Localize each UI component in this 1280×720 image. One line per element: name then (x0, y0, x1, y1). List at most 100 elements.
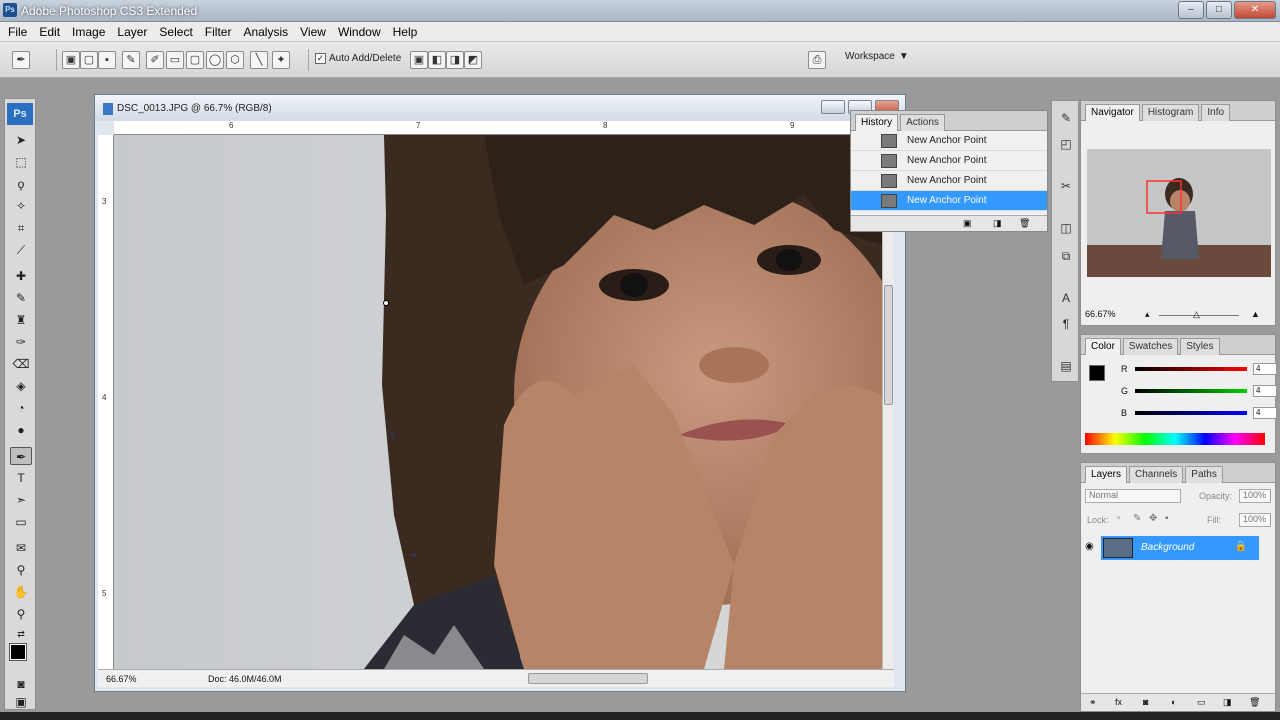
healing-brush-tool-icon[interactable]: ✚ (10, 267, 32, 285)
snapshot-icon[interactable]: ▣ (963, 218, 972, 229)
minimize-button[interactable]: – (1178, 1, 1204, 19)
trash-icon[interactable]: 🗑 (1019, 218, 1030, 229)
tab-history[interactable]: History (855, 114, 899, 131)
blur-tool-icon[interactable]: ◔ (10, 399, 32, 417)
delete-layer-icon[interactable]: 🗑 (1249, 697, 1260, 708)
move-tool-icon[interactable]: ➤ (10, 131, 32, 149)
zoom-level[interactable]: 66.67% (106, 674, 137, 684)
pen-icon[interactable]: ✎ (122, 51, 140, 69)
tab-paths[interactable]: Paths (1185, 466, 1223, 483)
pen-tool-preset-icon[interactable]: ✒ (12, 51, 30, 69)
clone-stamp-tool-icon[interactable]: ♜ (10, 311, 32, 329)
character-icon[interactable]: A (1056, 289, 1076, 307)
screen-mode-icon[interactable]: ▣ (10, 693, 32, 711)
new-document-icon[interactable]: ◨ (993, 218, 1002, 229)
brushes-icon[interactable]: ✎ (1056, 109, 1076, 127)
document-title-bar[interactable]: DSC_0013.JPG @ 66.7% (RGB/8) (95, 95, 905, 121)
history-icon[interactable]: ⧉ (1056, 247, 1076, 265)
tab-layers[interactable]: Layers (1085, 466, 1128, 483)
zoom-out-icon[interactable]: ▴ (1145, 309, 1150, 320)
history-item[interactable]: New Anchor Point (851, 171, 1047, 191)
tab-swatches[interactable]: Swatches (1122, 338, 1179, 355)
paragraph-icon[interactable]: ¶ (1056, 315, 1076, 333)
menu-filter[interactable]: Filter (199, 22, 238, 41)
blend-mode-select[interactable]: Normal (1085, 489, 1181, 503)
tab-info[interactable]: Info (1201, 104, 1231, 121)
rectangle-shape-icon[interactable]: ▭ (166, 51, 184, 69)
layer-style-icon[interactable]: fx (1115, 697, 1122, 707)
workspace-button[interactable]: Workspace ▼ (845, 51, 909, 62)
notes-tool-icon[interactable]: ✉ (10, 539, 32, 557)
tab-styles[interactable]: Styles (1180, 338, 1220, 355)
measurement-log-icon[interactable]: ▤ (1056, 357, 1076, 375)
lasso-tool-icon[interactable]: ϙ (10, 175, 32, 193)
tool-presets-icon[interactable]: ✂ (1056, 177, 1076, 195)
zoom-in-icon[interactable]: ▲ (1251, 309, 1260, 319)
path-subtract-icon[interactable]: ◧ (428, 51, 446, 69)
history-item[interactable]: New Anchor Point (851, 131, 1047, 151)
line-shape-icon[interactable]: ╲ (250, 51, 268, 69)
eraser-tool-icon[interactable]: ⌫ (10, 355, 32, 373)
brush-tool-icon[interactable]: ✎ (10, 289, 32, 307)
layer-comps-icon[interactable]: ◫ (1056, 219, 1076, 237)
tab-actions[interactable]: Actions (900, 114, 945, 131)
foreground-color-swatch[interactable] (9, 643, 27, 661)
quick-mask-icon[interactable]: ◙ (10, 675, 32, 693)
dodge-tool-icon[interactable]: ● (10, 421, 32, 439)
lock-position-icon[interactable]: ✥ (1149, 513, 1157, 524)
new-layer-icon[interactable]: ◨ (1223, 697, 1232, 708)
zoom-slider-thumb[interactable]: △ (1193, 309, 1200, 320)
paths-mode-icon[interactable]: ▢ (80, 51, 98, 69)
history-item-active[interactable]: New Anchor Point (851, 191, 1047, 211)
document-minimize-button[interactable] (821, 100, 845, 114)
pen-tool-icon[interactable]: ✒ (10, 447, 32, 465)
path-exclude-icon[interactable]: ◩ (464, 51, 482, 69)
custom-shape-icon[interactable]: ✦ (272, 51, 290, 69)
channel-value[interactable]: 4 (1253, 407, 1277, 419)
menu-help[interactable]: Help (387, 22, 424, 41)
menu-select[interactable]: Select (153, 22, 198, 41)
lock-image-icon[interactable]: ✎ (1133, 513, 1141, 524)
magic-wand-tool-icon[interactable]: ✧ (10, 197, 32, 215)
channel-value[interactable]: 4 (1253, 363, 1277, 375)
auto-add-delete-option[interactable]: ✓ Auto Add/Delete (315, 53, 401, 64)
hand-tool-icon[interactable]: ✋ (10, 583, 32, 601)
polygon-shape-icon[interactable]: ⬡ (226, 51, 244, 69)
menu-edit[interactable]: Edit (33, 22, 66, 41)
channel-slider[interactable] (1135, 367, 1247, 371)
horizontal-scroll-thumb[interactable] (528, 673, 648, 684)
layer-row-background[interactable]: Background 🔒 (1101, 536, 1259, 560)
history-brush-tool-icon[interactable]: ✑ (10, 333, 32, 351)
tool-preset-picker-icon[interactable]: ⎙ (808, 51, 826, 69)
menu-layer[interactable]: Layer (111, 22, 153, 41)
channel-value[interactable]: 4 (1253, 385, 1277, 397)
type-tool-icon[interactable]: T (10, 469, 32, 487)
tab-histogram[interactable]: Histogram (1141, 104, 1200, 121)
path-intersect-icon[interactable]: ◨ (446, 51, 464, 69)
layer-visibility-eye-icon[interactable]: ◉ (1085, 541, 1094, 552)
link-layers-icon[interactable]: ⚭ (1089, 697, 1097, 708)
swap-colors-icon[interactable]: ⇄ (10, 625, 32, 643)
rounded-rectangle-icon[interactable]: ▢ (186, 51, 204, 69)
menu-image[interactable]: Image (66, 22, 111, 41)
color-spectrum-bar[interactable] (1085, 433, 1265, 445)
history-item[interactable]: New Anchor Point (851, 151, 1047, 171)
navigator-thumbnail[interactable] (1087, 149, 1271, 277)
scroll-thumb[interactable] (884, 285, 893, 405)
lock-all-icon[interactable]: ▪ (1165, 513, 1169, 524)
ellipse-shape-icon[interactable]: ◯ (206, 51, 224, 69)
fill-pixels-icon[interactable]: ▪ (98, 51, 116, 69)
tab-navigator[interactable]: Navigator (1085, 104, 1140, 121)
clone-source-icon[interactable]: ◰ (1056, 135, 1076, 153)
channel-slider[interactable] (1135, 411, 1247, 415)
auto-add-delete-checkbox[interactable]: ✓ (315, 53, 326, 64)
lock-transparent-icon[interactable]: ▫ (1117, 513, 1121, 524)
image-canvas[interactable] (114, 135, 882, 669)
menu-file[interactable]: File (2, 22, 33, 41)
doc-size[interactable]: Doc: 46.0M/46.0M (208, 674, 282, 684)
fill-field[interactable]: 100% (1239, 513, 1271, 527)
freeform-pen-icon[interactable]: ✐ (146, 51, 164, 69)
path-add-icon[interactable]: ▣ (410, 51, 428, 69)
tab-channels[interactable]: Channels (1129, 466, 1184, 483)
maximize-button[interactable]: □ (1206, 1, 1232, 19)
